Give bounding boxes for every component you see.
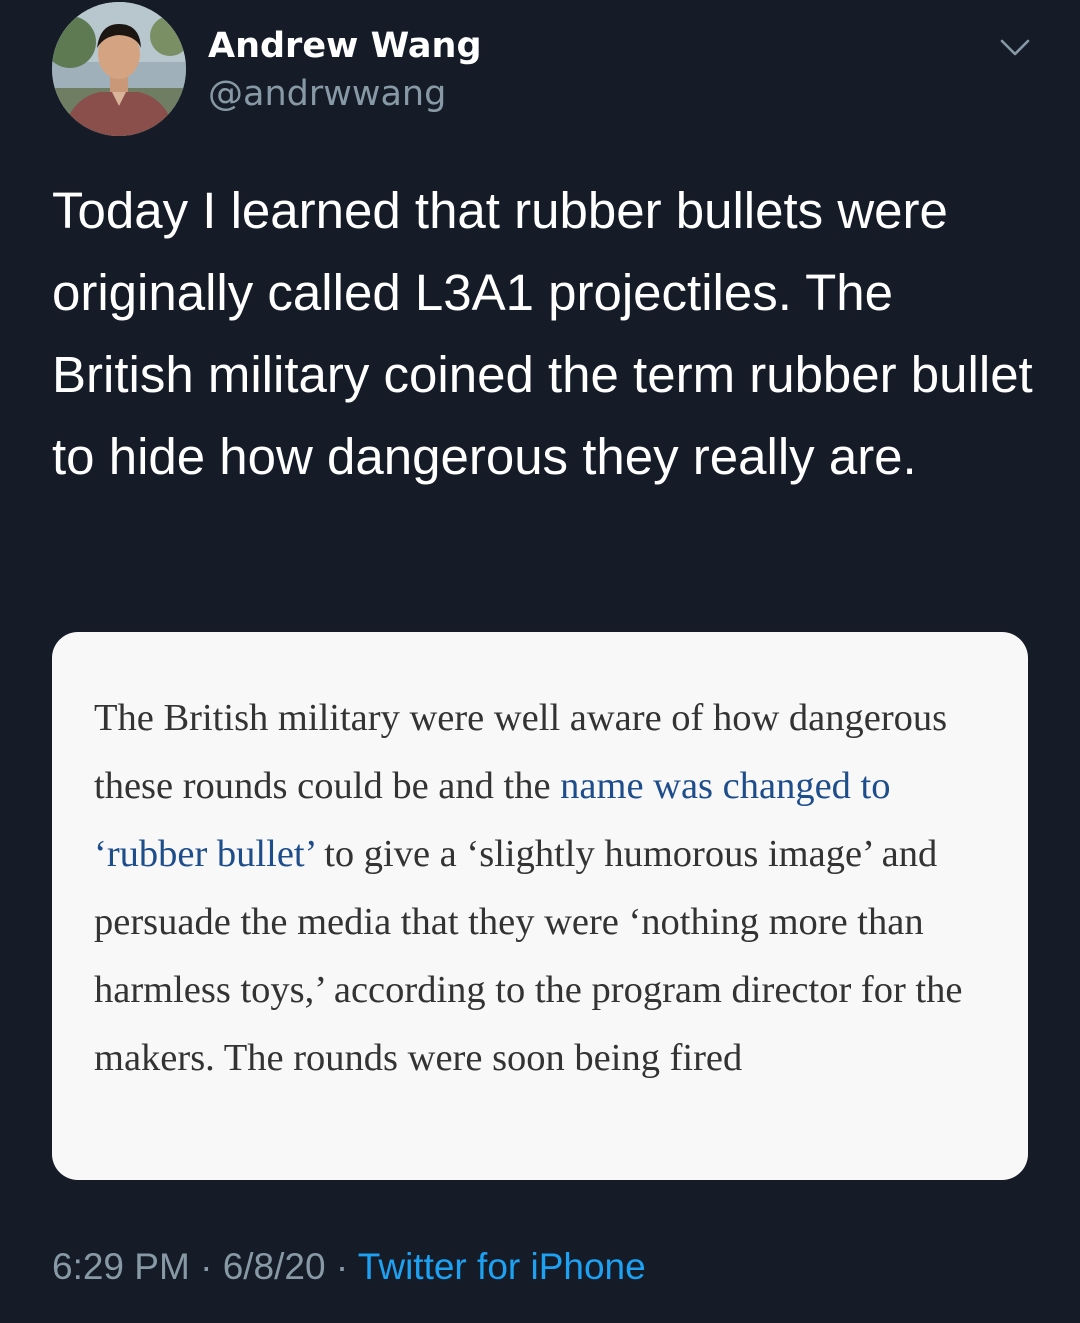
tweet-media-image[interactable]: The British military were well aware of … (52, 632, 1028, 1180)
meta-separator: · (335, 1246, 349, 1287)
tweet-timestamp: 6:29 PM · 6/8/20 · Twitter for iPhone (52, 1242, 646, 1292)
tweet-date[interactable]: 6/8/20 (223, 1246, 326, 1287)
tweet-text: Today I learned that rubber bullets were… (52, 182, 1033, 485)
tweet-time[interactable]: 6:29 PM (52, 1246, 190, 1287)
avatar[interactable] (52, 2, 186, 136)
avatar-photo (52, 2, 186, 136)
media-article-excerpt: The British military were well aware of … (94, 684, 994, 1092)
meta-separator: · (200, 1246, 213, 1287)
author-display-name[interactable]: Andrew Wang (208, 24, 482, 68)
tweet-source-link[interactable]: Twitter for iPhone (358, 1246, 646, 1287)
chevron-down-icon[interactable] (998, 32, 1032, 62)
author-handle[interactable]: @andrwwang (208, 72, 446, 116)
